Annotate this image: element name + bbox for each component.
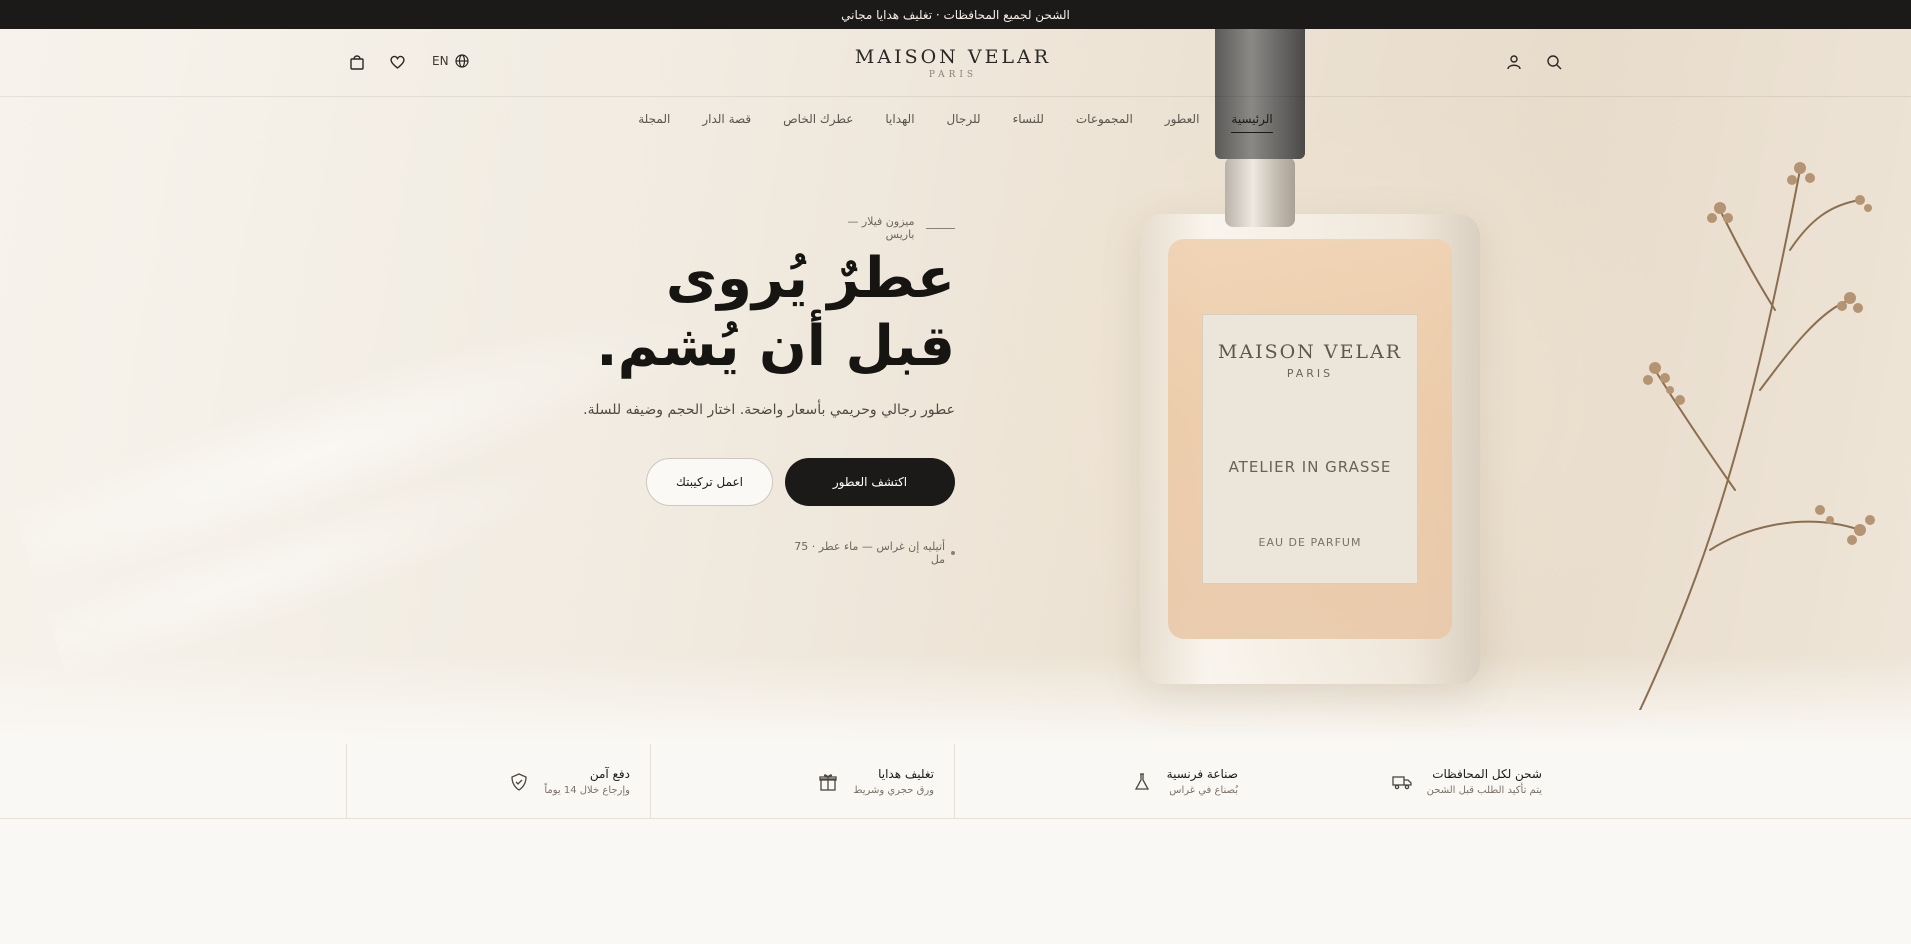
logo-sub: PARIS — [928, 70, 978, 80]
product-note-text: أتيليه إن غراس — ماء عطر · 75 مل — [794, 540, 946, 566]
note-dot — [951, 551, 955, 555]
account-icon[interactable] — [1503, 51, 1525, 73]
discover-perfumes-button[interactable]: اكتشف العطور — [785, 458, 955, 506]
site-header: MAISON VELAR PARIS EN — [0, 29, 1911, 97]
globe-icon — [454, 54, 469, 68]
eyebrow-line — [926, 227, 955, 229]
feature-title: شحن لكل المحافظات — [1432, 767, 1542, 781]
hero-eyebrow: ميزون فيلار — باريس — [820, 215, 955, 241]
feature-gift-wrap: تغليف هدايا ورق حجري وشريط — [650, 744, 954, 819]
search-icon[interactable] — [1543, 51, 1565, 73]
flask-icon — [1131, 771, 1153, 793]
main-nav: الرئيسية العطور المجموعات للنساء للرجال … — [0, 112, 1911, 133]
wishlist-heart-icon[interactable] — [386, 51, 408, 73]
feature-sub: بُصناع في غراس — [1169, 785, 1238, 796]
create-blend-button[interactable]: اعمل تركيبتك — [646, 458, 773, 506]
cart-bag-icon[interactable] — [346, 51, 368, 73]
features-strip: شحن لكل المحافظات يتم تأكيد الطلب قبل ال… — [0, 744, 1911, 819]
bottle-neck — [1225, 157, 1295, 227]
nav-item-women[interactable]: للنساء — [1013, 112, 1044, 133]
truck-icon — [1391, 771, 1413, 793]
nav-item-journal[interactable]: المجلة — [638, 112, 670, 133]
language-switcher[interactable]: EN — [432, 54, 469, 68]
nav-item-collections[interactable]: المجموعات — [1076, 112, 1133, 133]
nav-item-home[interactable]: الرئيسية — [1231, 112, 1273, 133]
bottle-label-type: EAU DE PARFUM — [1258, 536, 1362, 549]
nav-item-bespoke[interactable]: عطرك الخاص — [783, 112, 853, 133]
feature-shipping: شحن لكل المحافظات يتم تأكيد الطلب قبل ال… — [1258, 744, 1562, 819]
nav-item-gifts[interactable]: الهدايا — [885, 112, 914, 133]
feature-secure-payment: دفع آمن وإرجاع خلال 14 يوماً — [346, 744, 650, 819]
bottle-label-brand: MAISON VELAR — [1217, 341, 1403, 363]
announcement-text: الشحن لجميع المحافظات · تغليف هدايا مجان… — [841, 7, 1070, 22]
hero-product-note: أتيليه إن غراس — ماء عطر · 75 مل — [780, 540, 955, 566]
gift-icon — [817, 771, 839, 793]
language-label: EN — [432, 54, 449, 68]
feature-title: صناعة فرنسية — [1166, 767, 1238, 781]
logo-main: MAISON VELAR — [854, 46, 1052, 68]
hero-subcopy: عطور رجالي وحريمي بأسعار واضحة. اختار ال… — [583, 402, 955, 418]
nav-item-men[interactable]: للرجال — [947, 112, 981, 133]
bottle-label: MAISON VELAR PARIS ATELIER IN GRASSE EAU… — [1202, 314, 1418, 584]
headline-line-2: قبل أن يُشم. — [596, 314, 955, 379]
headline-line-1: عطرٌ يُروى — [665, 246, 955, 311]
announcement-bar: الشحن لجميع المحافظات · تغليف هدايا مجان… — [0, 0, 1911, 29]
feature-title: دفع آمن — [589, 767, 630, 781]
feature-french-made: صناعة فرنسية بُصناع في غراس — [954, 744, 1258, 819]
bottle-label-city: PARIS — [1286, 367, 1334, 380]
eyebrow-text: ميزون فيلار — باريس — [847, 215, 915, 241]
nav-item-perfumes[interactable]: العطور — [1165, 112, 1200, 133]
hero-headline: عطرٌ يُروى قبل أن يُشم. — [560, 245, 955, 381]
feature-sub: ورق حجري وشريط — [853, 785, 934, 796]
shield-icon — [508, 771, 530, 793]
dried-flower-sprig-image — [1639, 162, 1875, 710]
bottle-label-collection: ATELIER IN GRASSE — [1228, 458, 1392, 476]
feature-title: تغليف هدايا — [878, 767, 934, 781]
brand-logo[interactable]: MAISON VELAR PARIS — [853, 46, 1053, 80]
feature-sub: وإرجاع خلال 14 يوماً — [544, 785, 630, 796]
page: الشحن لجميع المحافظات · تغليف هدايا مجان… — [0, 0, 1911, 944]
silk-texture — [0, 29, 956, 744]
nav-item-our-story[interactable]: قصة الدار — [702, 112, 751, 133]
feature-sub: يتم تأكيد الطلب قبل الشحن — [1426, 785, 1542, 796]
